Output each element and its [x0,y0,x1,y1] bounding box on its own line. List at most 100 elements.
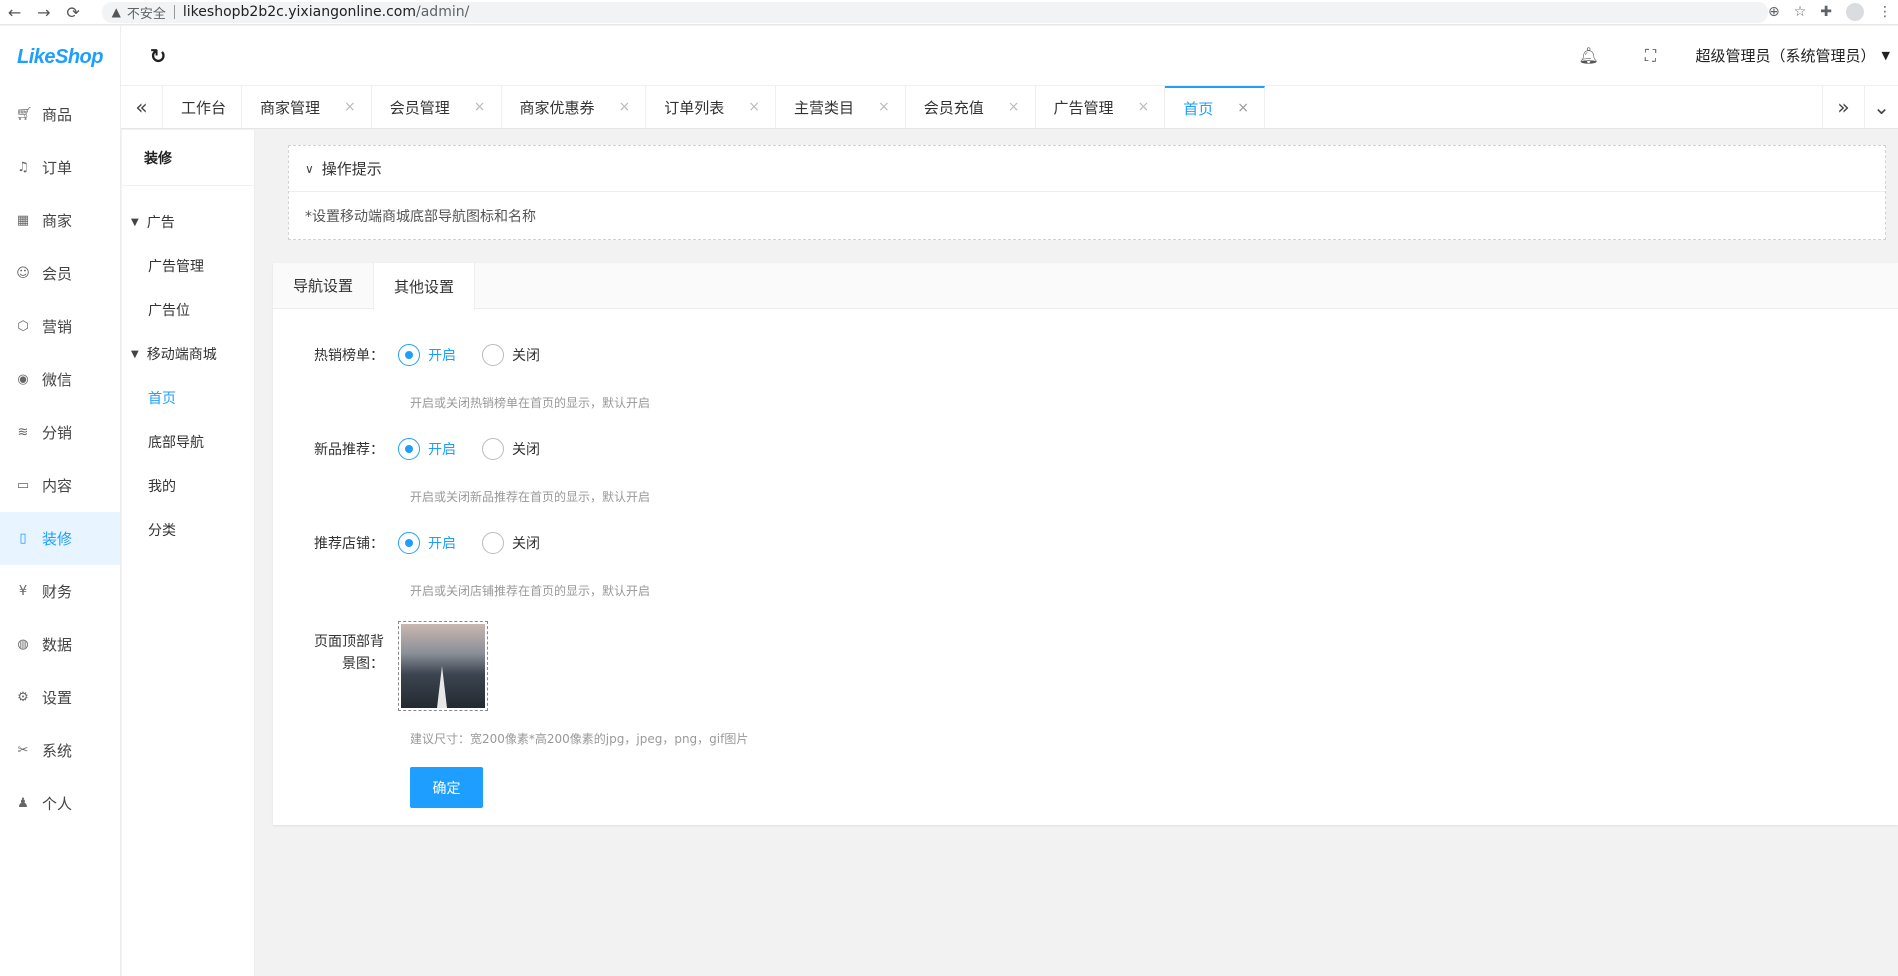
sidebar-item-6[interactable]: ≋ 分销 [0,406,120,459]
sub-group-0: ▼ 广告 广告管理 广告位 [122,200,254,332]
star-icon[interactable]: ☆ [1794,4,1807,20]
settings-tab-0[interactable]: 导航设置 [273,263,373,308]
main-sidebar: LikeShop 🛒︎ 商品 ♫ 订单 ▦ 商家 ☺ 会员 ⬡ 营销 ◉ 微信 ≋ 分销 ▭ 内容 ▯ 装修 ¥ 财务… [0,26,121,976]
sub-item[interactable]: 我的 [122,464,254,508]
sub-item[interactable]: 广告位 [122,288,254,332]
close-icon[interactable]: × [748,99,760,115]
setting-row-2: 推荐店铺： 开启 关闭 [273,523,1898,563]
sub-item[interactable]: 分类 [122,508,254,552]
tab-2[interactable]: 会员管理 × [372,86,502,128]
close-icon[interactable]: × [1008,99,1020,115]
sub-group-title[interactable]: ▼ 广告 [122,200,254,244]
radio-on[interactable]: 开启 [398,344,456,366]
insecure-label: 不安全 [126,6,166,22]
radio-on[interactable]: 开启 [398,438,456,460]
sub-group-label: 广告 [146,215,175,231]
close-icon[interactable]: × [619,99,631,115]
sidebar-item-13[interactable]: ♟ 个人 [0,777,120,830]
sidebar-item-3[interactable]: ☺ 会员 [0,247,120,300]
url-path: /admin/ [416,4,470,20]
bg-image-label-line1: 页面顶部背 [314,634,384,650]
sidebar-item-7[interactable]: ▭ 内容 [0,459,120,512]
radio-label: 关闭 [512,442,540,458]
radio-off[interactable]: 关闭 [482,532,540,554]
settings-tabs: 导航设置 其他设置 [273,263,1898,310]
page-tabs: 工作台 商家管理 × 会员管理 × 商家优惠券 × 订单列表 × 主营类目 × 会员充值 × 广告管理 × 首… [163,86,1266,128]
settings-card: 导航设置 其他设置 热销榜单： 开启 关闭 开启或关闭热销榜单在首页的显示，默认开启 新品… [273,263,1898,825]
extensions-icon[interactable]: ✚ [1820,4,1832,20]
yen-icon: ¥ [18,584,28,599]
tips-header[interactable]: ∨ 操作提示 [289,146,1885,192]
zoom-icon[interactable]: ⊕ [1768,4,1780,20]
sidebar-item-5[interactable]: ◉ 微信 [0,353,120,406]
tab-7[interactable]: 广告管理 × [1036,86,1166,128]
bg-image-thumbnail[interactable] [398,621,488,711]
sidebar-item-9[interactable]: ¥ 财务 [0,565,120,618]
tabs-scroll-right-icon[interactable]: » [1822,86,1864,128]
radio-off[interactable]: 关闭 [482,344,540,366]
fullscreen-icon[interactable]: ⛶ [1620,46,1682,66]
tab-label: 主营类目 [794,98,855,117]
user-menu[interactable]: 超级管理员（系统管理员） ▼ [1696,45,1898,66]
close-icon[interactable]: × [344,99,356,115]
close-icon[interactable]: × [474,99,486,115]
sub-item[interactable]: 首页 [122,376,254,420]
sidebar-item-label: 会员 [42,265,73,283]
content-icon: ▭ [16,478,30,493]
close-icon[interactable]: × [878,99,890,115]
tab-8[interactable]: 首页 × [1165,86,1266,128]
sub-item[interactable]: 底部导航 [122,420,254,464]
header-actions: 🔔︎ ⛶ 超级管理员（系统管理员） ▼ [1558,45,1898,66]
browser-actions: ⊕ ☆ ✚ ⋮ [1768,3,1898,21]
tab-0[interactable]: 工作台 [163,86,243,128]
forward-arrow-icon[interactable]: → [29,3,58,22]
sidebar-item-0[interactable]: 🛒︎ 商品 [0,88,120,141]
sidebar-item-8[interactable]: ▯ 装修 [0,512,120,565]
tabs-scroll-left-icon[interactable]: « [121,86,163,128]
user-name: 超级管理员（系统管理员） [1695,47,1876,65]
tab-label: 商家优惠券 [519,98,595,117]
tabs-controls: » ⌄ [1822,86,1898,128]
sidebar-item-1[interactable]: ♫ 订单 [0,141,120,194]
close-icon[interactable]: × [1138,99,1150,115]
tab-4[interactable]: 订单列表 × [646,86,777,128]
setting-row-1: 新品推荐： 开启 关闭 [273,429,1898,469]
more-icon[interactable]: ⋮ [1878,4,1892,20]
sub-group-title[interactable]: ▼ 移动端商城 [122,332,254,376]
reload-icon[interactable]: ⟳ [58,3,87,22]
url-host: likeshopb2b2c.yixiangonline.com [182,4,417,20]
sidebar-item-2[interactable]: ▦ 商家 [0,194,120,247]
logo[interactable]: LikeShop [0,26,120,88]
tips-panel: ∨ 操作提示 *设置移动端商城底部导航图标和名称 [288,145,1886,240]
profile-avatar[interactable] [1846,3,1864,21]
sidebar-item-4[interactable]: ⬡ 营销 [0,300,120,353]
radio-on[interactable]: 开启 [398,532,456,554]
tab-6[interactable]: 会员充值 × [906,86,1036,128]
close-icon[interactable]: × [1237,100,1249,116]
back-arrow-icon[interactable]: ← [0,3,29,22]
radio-circle-icon [398,532,420,554]
sidebar-item-11[interactable]: ⚙ 设置 [0,671,120,724]
notification-bell-icon[interactable]: 🔔︎ [1558,46,1620,65]
settings-tab-1[interactable]: 其他设置 [373,263,476,310]
sidebar-item-label: 商家 [42,212,73,230]
bell-icon: ♫ [17,160,29,175]
tab-5[interactable]: 主营类目 × [776,86,906,128]
refresh-icon[interactable]: ↻ [133,44,183,68]
sidebar-item-label: 分销 [42,424,73,442]
bg-image-label: 页面顶部背 景图： [273,621,398,675]
radio-off[interactable]: 关闭 [482,438,540,460]
tabs-menu-chevron-icon[interactable]: ⌄ [1864,86,1898,128]
sidebar-item-10[interactable]: ◍ 数据 [0,618,120,671]
caret-down-icon: ▼ [1881,49,1890,62]
address-bar[interactable]: ▲ 不安全 likeshopb2b2c.yixiangonline.com/ad… [101,1,1768,23]
tab-1[interactable]: 商家管理 × [242,86,372,128]
sub-item[interactable]: 广告管理 [122,244,254,288]
submit-button[interactable]: 确定 [410,767,483,808]
person-icon: ♟ [17,796,29,811]
tab-3[interactable]: 商家优惠券 × [502,86,647,128]
sidebar-item-label: 商品 [42,106,73,124]
radio-circle-icon [398,344,420,366]
globe-icon: ◍ [17,637,29,652]
sidebar-item-12[interactable]: ✂ 系统 [0,724,120,777]
